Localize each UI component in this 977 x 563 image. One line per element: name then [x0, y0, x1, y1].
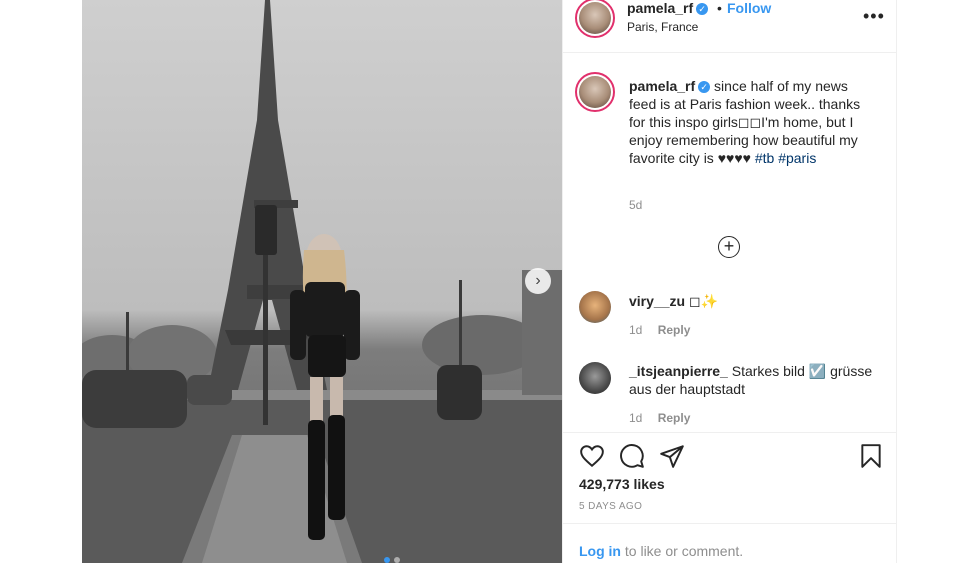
comment-username[interactable]: viry__zu [629, 293, 685, 309]
comment-username[interactable]: _itsjeanpierre_ [629, 363, 728, 379]
reply-button[interactable]: Reply [658, 323, 691, 337]
comment-age[interactable]: 1d [629, 323, 642, 337]
hashtag-paris[interactable]: #paris [778, 150, 816, 166]
login-prompt-text: to like or comment. [624, 543, 744, 559]
post-timestamp[interactable]: 5 DAYS AGO [579, 501, 642, 512]
hashtag-tb[interactable]: #tb [755, 150, 774, 166]
action-bar [579, 442, 883, 470]
comment-meta: 1d Reply [629, 323, 702, 337]
more-horizontal-icon: ••• [863, 6, 885, 26]
carousel-dot [394, 557, 400, 563]
caption-avatar[interactable] [579, 76, 611, 108]
carousel-dots [384, 557, 400, 563]
caption-username[interactable]: pamela_rf [629, 78, 695, 94]
heart-icon[interactable] [579, 443, 605, 469]
comment-icon[interactable] [619, 443, 645, 469]
location-link[interactable]: Paris, France [627, 20, 698, 34]
caption-age[interactable]: 5d [629, 198, 642, 212]
actions-divider [563, 432, 897, 433]
likes-count[interactable]: 429,773 likes [579, 476, 665, 492]
post-author-name[interactable]: pamela_rf [627, 0, 693, 16]
verified-badge-icon: ✓ [696, 3, 709, 16]
reply-button[interactable]: Reply [658, 411, 691, 425]
load-more-comments-button[interactable]: + [718, 236, 740, 258]
backdrop-left [0, 0, 82, 563]
post-photo[interactable] [82, 0, 562, 563]
chevron-right-icon: › [535, 272, 541, 289]
bookmark-icon[interactable] [859, 443, 883, 469]
plus-circle-icon: + [723, 236, 735, 256]
separator-dot: • [717, 0, 722, 16]
login-divider [563, 523, 897, 524]
share-icon[interactable] [659, 443, 685, 469]
post-side-panel: pamela_rf ✓ • Follow Paris, France ••• pa… [562, 0, 897, 563]
backdrop-right [896, 0, 977, 563]
comment-meta: 1d Reply [629, 411, 702, 425]
post-author[interactable]: pamela_rf ✓ [627, 0, 709, 16]
carousel-next-button[interactable]: › [525, 268, 551, 294]
comment-age[interactable]: 1d [629, 411, 642, 425]
comment-avatar[interactable] [579, 362, 611, 394]
photo-illustration [82, 0, 562, 563]
comment: _itsjeanpierre_ Starkes bild ☑️ grüsse a… [629, 362, 879, 398]
comment-text: ◻✨ [688, 293, 718, 309]
more-options-button[interactable]: ••• [863, 6, 885, 27]
comment-avatar[interactable] [579, 291, 611, 323]
login-prompt: Log in to like or comment. [579, 543, 743, 559]
follow-button[interactable]: Follow [727, 0, 771, 16]
avatar[interactable] [579, 2, 611, 34]
carousel-dot-active [384, 557, 390, 563]
comment: viry__zu ◻✨ [629, 292, 718, 310]
login-link[interactable]: Log in [579, 543, 621, 559]
verified-badge-icon: ✓ [698, 81, 711, 94]
header-divider [563, 52, 897, 53]
caption: pamela_rf ✓ since half of my news feed is… [629, 77, 879, 167]
